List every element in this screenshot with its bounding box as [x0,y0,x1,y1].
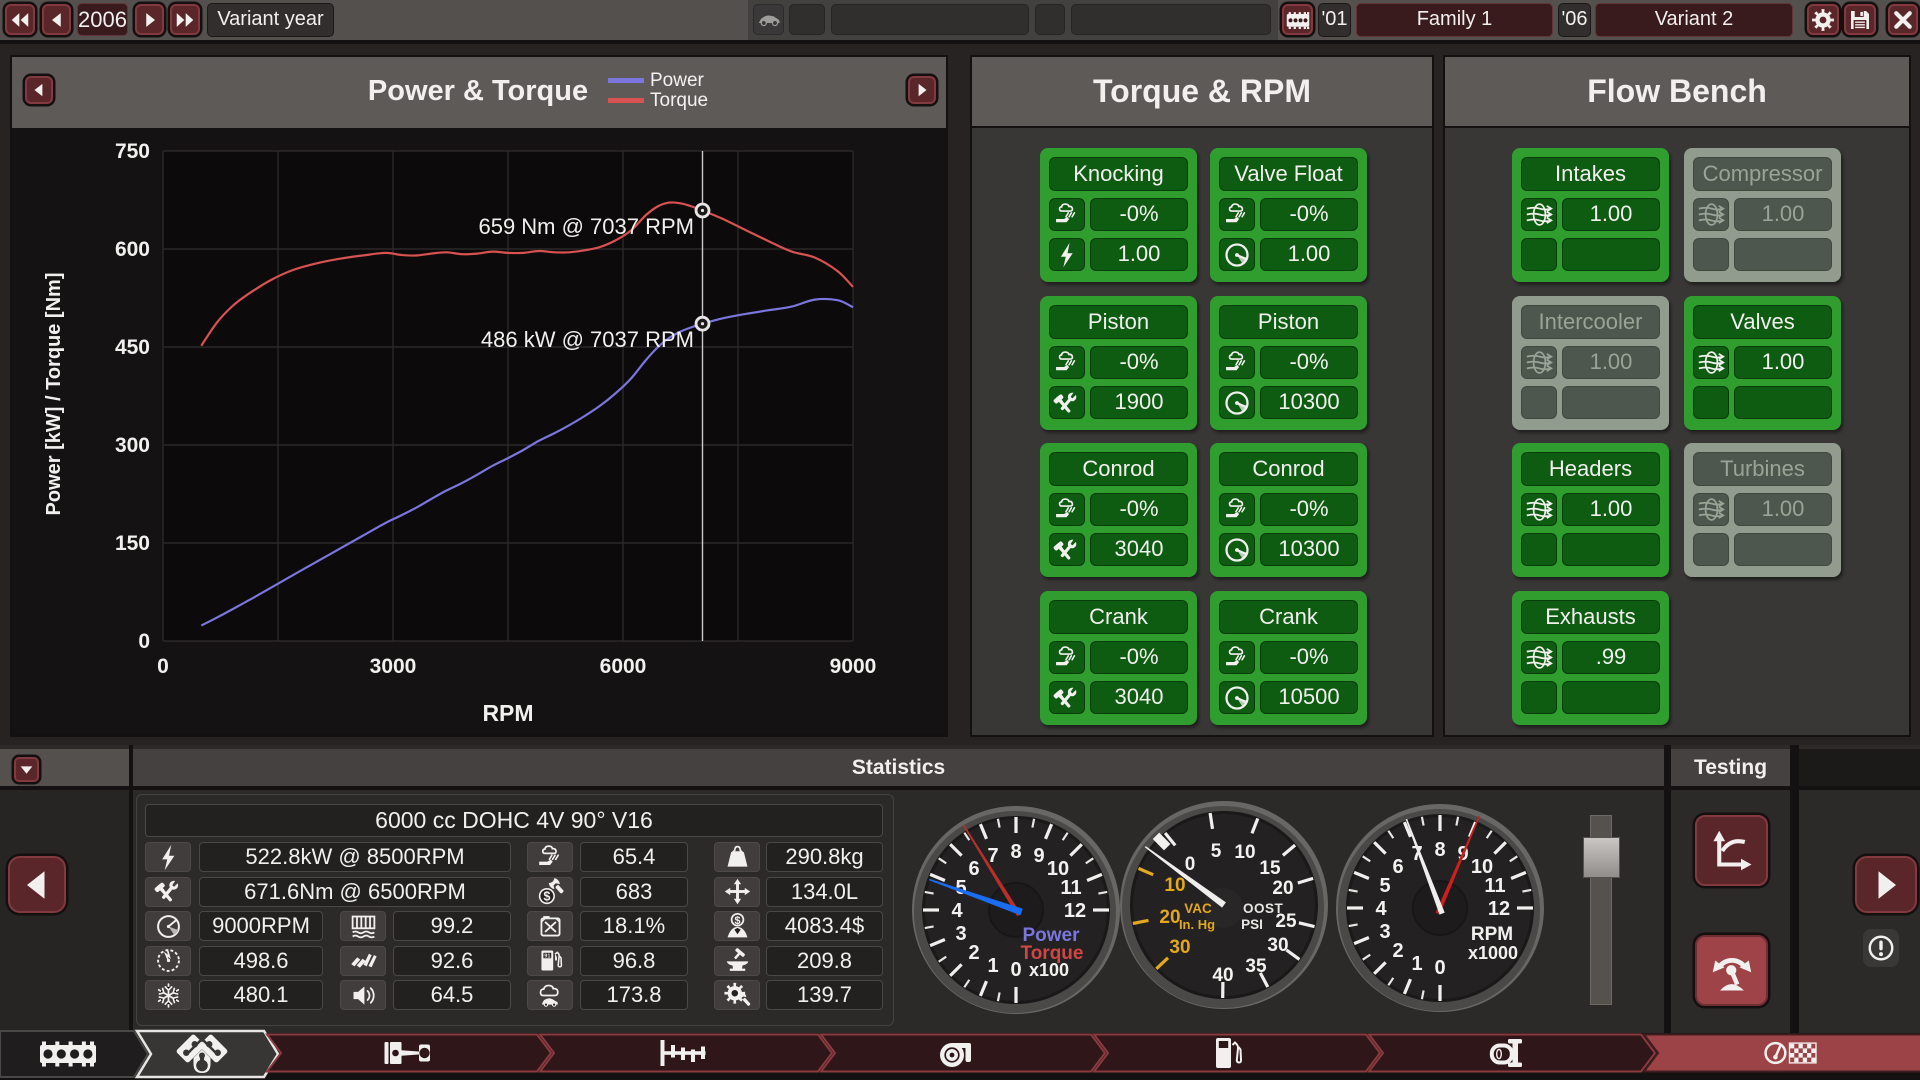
svg-text:In. Hg: In. Hg [1179,917,1215,932]
svg-text:12: 12 [1488,898,1510,920]
svg-text:RPM: RPM [482,700,533,726]
svg-text:600: 600 [115,238,150,261]
svg-text:4: 4 [1375,898,1387,920]
svg-text:3: 3 [1379,921,1390,943]
svg-text:1: 1 [987,955,998,977]
svg-text:0: 0 [157,655,169,678]
svg-text:RPM: RPM [1471,924,1513,945]
svg-text:Power [kW] / Torque [Nm]: Power [kW] / Torque [Nm] [43,273,65,516]
svg-text:0: 0 [138,630,150,653]
svg-text:750: 750 [115,140,150,163]
svg-text:10: 10 [1234,842,1255,863]
svg-text:40: 40 [1212,965,1233,986]
svg-text:3000: 3000 [370,655,417,678]
svg-text:5: 5 [1211,841,1222,862]
svg-text:6: 6 [968,858,979,880]
svg-text:0: 0 [1434,957,1445,979]
svg-text:30: 30 [1267,935,1288,956]
svg-text:VAC: VAC [1184,901,1212,916]
svg-text:6000: 6000 [600,655,647,678]
svg-text:8: 8 [1434,839,1445,861]
svg-text:659 Nm @ 7037 RPM: 659 Nm @ 7037 RPM [478,214,694,239]
svg-text:x1000: x1000 [1468,943,1518,963]
svg-text:10: 10 [1164,875,1185,896]
svg-text:11: 11 [1060,877,1081,899]
svg-text:2: 2 [968,942,979,964]
svg-text:486 kW @ 7037 RPM: 486 kW @ 7037 RPM [481,327,694,352]
svg-text:450: 450 [115,336,150,359]
svg-text:11: 11 [1484,875,1505,897]
svg-text:x100: x100 [1029,960,1069,980]
svg-text:300: 300 [115,434,150,457]
svg-text:3: 3 [955,923,966,945]
svg-text:1: 1 [1411,953,1422,975]
svg-text:35: 35 [1245,956,1267,977]
svg-text:150: 150 [115,532,150,555]
svg-text:20: 20 [1159,907,1180,928]
svg-text:5: 5 [1379,875,1390,897]
svg-text:9000: 9000 [830,655,877,678]
svg-text:15: 15 [1259,858,1281,879]
svg-text:9: 9 [1033,845,1044,867]
svg-text:2: 2 [1392,940,1403,962]
svg-text:30: 30 [1169,937,1190,958]
svg-text:7: 7 [987,845,998,867]
svg-text:20: 20 [1272,878,1293,899]
svg-text:0: 0 [1185,854,1196,875]
svg-text:4: 4 [951,900,963,922]
svg-text:8: 8 [1010,841,1021,863]
svg-text:12: 12 [1064,900,1086,922]
svg-text:PSI: PSI [1241,917,1263,932]
svg-text:6: 6 [1392,856,1403,878]
